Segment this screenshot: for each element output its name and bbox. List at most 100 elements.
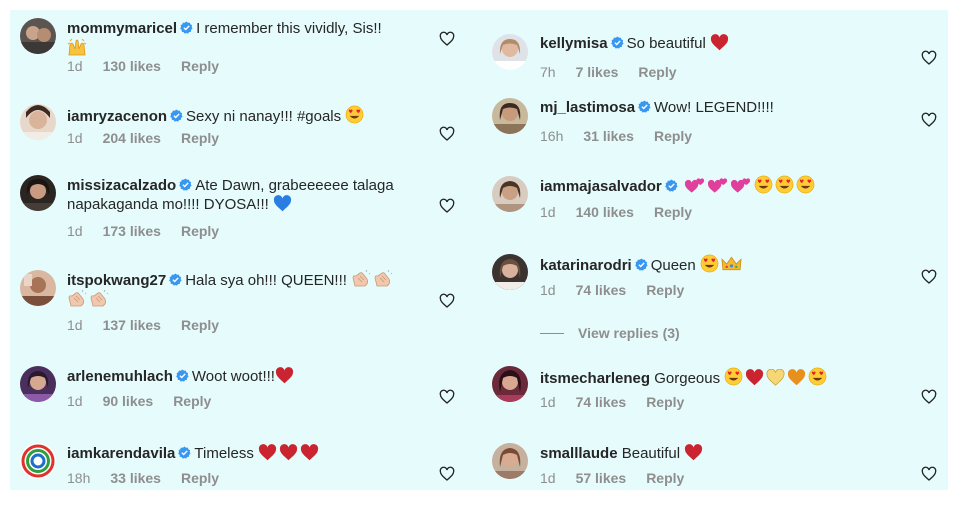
username-link[interactable]: smalllaude bbox=[540, 445, 618, 462]
avatar[interactable] bbox=[20, 443, 56, 479]
reply-button[interactable]: Reply bbox=[181, 130, 219, 146]
likes-count[interactable]: 137 likes bbox=[103, 317, 161, 333]
avatar[interactable] bbox=[20, 104, 56, 140]
heart-outline-icon[interactable] bbox=[921, 466, 937, 482]
likes-count[interactable]: 130 likes bbox=[103, 58, 161, 74]
comment-body: iamryzacenon Sexy ni nanay!!! #goals bbox=[67, 105, 412, 126]
username-link[interactable]: itsmecharleneg bbox=[540, 370, 650, 387]
comment-item: itsmecharleneg Gorgeous 1d 74 likes Reply bbox=[480, 356, 948, 421]
username-link[interactable]: arlenemuhlach bbox=[67, 368, 173, 385]
username-link[interactable]: iammajasalvador bbox=[540, 178, 662, 195]
comment-item: arlenemuhlach Woot woot!!! 1d 90 likes Repl… bbox=[10, 356, 480, 416]
likes-count[interactable]: 173 likes bbox=[103, 223, 161, 239]
timestamp: 1d bbox=[540, 470, 556, 486]
likes-count[interactable]: 204 likes bbox=[103, 130, 161, 146]
reply-button[interactable]: Reply bbox=[646, 394, 684, 410]
heart-outline-icon[interactable] bbox=[921, 112, 937, 128]
comment-meta: 1d 90 likes Reply bbox=[67, 393, 211, 409]
avatar[interactable] bbox=[492, 443, 528, 479]
comment-body: itsmecharleneg Gorgeous bbox=[540, 367, 885, 388]
likes-count[interactable]: 31 likes bbox=[583, 128, 634, 144]
avatar[interactable] bbox=[20, 175, 56, 211]
avatar[interactable] bbox=[492, 176, 528, 212]
red-heart-icon bbox=[745, 369, 764, 386]
avatar[interactable] bbox=[492, 98, 528, 134]
avatar[interactable] bbox=[20, 366, 56, 402]
comments-column-right: kellymisa So beautiful 7h 7 likes Reply mj_… bbox=[480, 10, 948, 490]
heart-outline-icon[interactable] bbox=[921, 269, 937, 285]
heart-eyes-icon bbox=[724, 367, 743, 386]
red-heart-icon bbox=[710, 34, 729, 51]
red-heart-icon bbox=[279, 444, 298, 461]
avatar[interactable] bbox=[20, 18, 56, 54]
username-link[interactable]: itspokwang27 bbox=[67, 272, 166, 289]
timestamp: 7h bbox=[540, 64, 556, 80]
username-link[interactable]: kellymisa bbox=[540, 35, 608, 52]
reply-button[interactable]: Reply bbox=[181, 470, 219, 486]
comment-body: arlenemuhlach Woot woot!!! bbox=[67, 367, 412, 386]
reply-button[interactable]: Reply bbox=[181, 58, 219, 74]
heart-outline-icon[interactable] bbox=[921, 389, 937, 405]
reply-button[interactable]: Reply bbox=[638, 64, 676, 80]
heart-outline-icon[interactable] bbox=[439, 466, 455, 482]
likes-count[interactable]: 7 likes bbox=[576, 64, 619, 80]
username-link[interactable]: mj_lastimosa bbox=[540, 99, 635, 116]
reply-button[interactable]: Reply bbox=[181, 223, 219, 239]
heart-outline-icon[interactable] bbox=[439, 31, 455, 47]
likes-count[interactable]: 74 likes bbox=[576, 394, 627, 410]
comment-item: missizacalzado Ate Dawn, grabeeeeee talag… bbox=[10, 165, 480, 245]
username-link[interactable]: missizacalzado bbox=[67, 177, 176, 194]
heart-eyes-icon bbox=[345, 105, 364, 124]
username-link[interactable]: iamryzacenon bbox=[67, 108, 167, 125]
heart-outline-icon[interactable] bbox=[439, 126, 455, 142]
reply-button[interactable]: Reply bbox=[646, 470, 684, 486]
heart-outline-icon[interactable] bbox=[921, 50, 937, 66]
comment-meta: 1d 74 likes Reply bbox=[540, 282, 684, 298]
comment-item: itspokwang27 Hala sya oh!!! QUEEN!!! 1d 13… bbox=[10, 260, 480, 340]
avatar[interactable] bbox=[20, 270, 56, 306]
verified-badge-icon bbox=[634, 258, 648, 271]
view-replies-button[interactable]: View replies (3) bbox=[540, 325, 680, 341]
timestamp: 1d bbox=[67, 130, 83, 146]
likes-count[interactable]: 90 likes bbox=[103, 393, 154, 409]
timestamp: 1d bbox=[540, 204, 556, 220]
divider-line bbox=[540, 333, 564, 334]
avatar[interactable] bbox=[492, 366, 528, 402]
likes-count[interactable]: 33 likes bbox=[110, 470, 161, 486]
avatar[interactable] bbox=[492, 254, 528, 290]
comment-meta: 1d 74 likes Reply bbox=[540, 394, 684, 410]
two-hearts-icon bbox=[684, 176, 706, 194]
heart-eyes-icon bbox=[808, 367, 827, 386]
likes-count[interactable]: 57 likes bbox=[576, 470, 627, 486]
reply-button[interactable]: Reply bbox=[173, 393, 211, 409]
comment-text: Gorgeous bbox=[654, 370, 721, 387]
comment-meta: 1d 130 likes Reply bbox=[67, 58, 219, 74]
comment-meta: 18h 33 likes Reply bbox=[67, 470, 219, 486]
view-replies-label[interactable]: View replies (3) bbox=[578, 325, 680, 341]
verified-badge-icon bbox=[180, 21, 193, 34]
likes-count[interactable]: 74 likes bbox=[576, 282, 627, 298]
heart-outline-icon[interactable] bbox=[439, 198, 455, 214]
timestamp: 1d bbox=[67, 317, 83, 333]
username-link[interactable]: mommymaricel bbox=[67, 20, 177, 37]
username-link[interactable]: katarinarodri bbox=[540, 257, 632, 274]
comment-text: Wow! LEGEND!!!! bbox=[654, 99, 774, 116]
timestamp: 1d bbox=[67, 393, 83, 409]
comment-text: Beautiful bbox=[621, 445, 681, 462]
likes-count[interactable]: 140 likes bbox=[576, 204, 634, 220]
heart-outline-icon[interactable] bbox=[439, 389, 455, 405]
reply-button[interactable]: Reply bbox=[646, 282, 684, 298]
comment-text: Timeless bbox=[194, 445, 254, 462]
two-hearts-icon bbox=[707, 176, 729, 194]
reply-button[interactable]: Reply bbox=[654, 204, 692, 220]
comment-meta: 1d 173 likes Reply bbox=[67, 223, 219, 239]
comment-meta: 1d 204 likes Reply bbox=[67, 130, 219, 146]
comment-meta: 1d 57 likes Reply bbox=[540, 470, 684, 486]
username-link[interactable]: iamkarendavila bbox=[67, 445, 175, 462]
heart-eyes-icon bbox=[700, 254, 719, 273]
reply-button[interactable]: Reply bbox=[654, 128, 692, 144]
reply-button[interactable]: Reply bbox=[181, 317, 219, 333]
comment-body: iammajasalvador bbox=[540, 175, 885, 196]
heart-outline-icon[interactable] bbox=[439, 293, 455, 309]
avatar[interactable] bbox=[492, 34, 528, 70]
